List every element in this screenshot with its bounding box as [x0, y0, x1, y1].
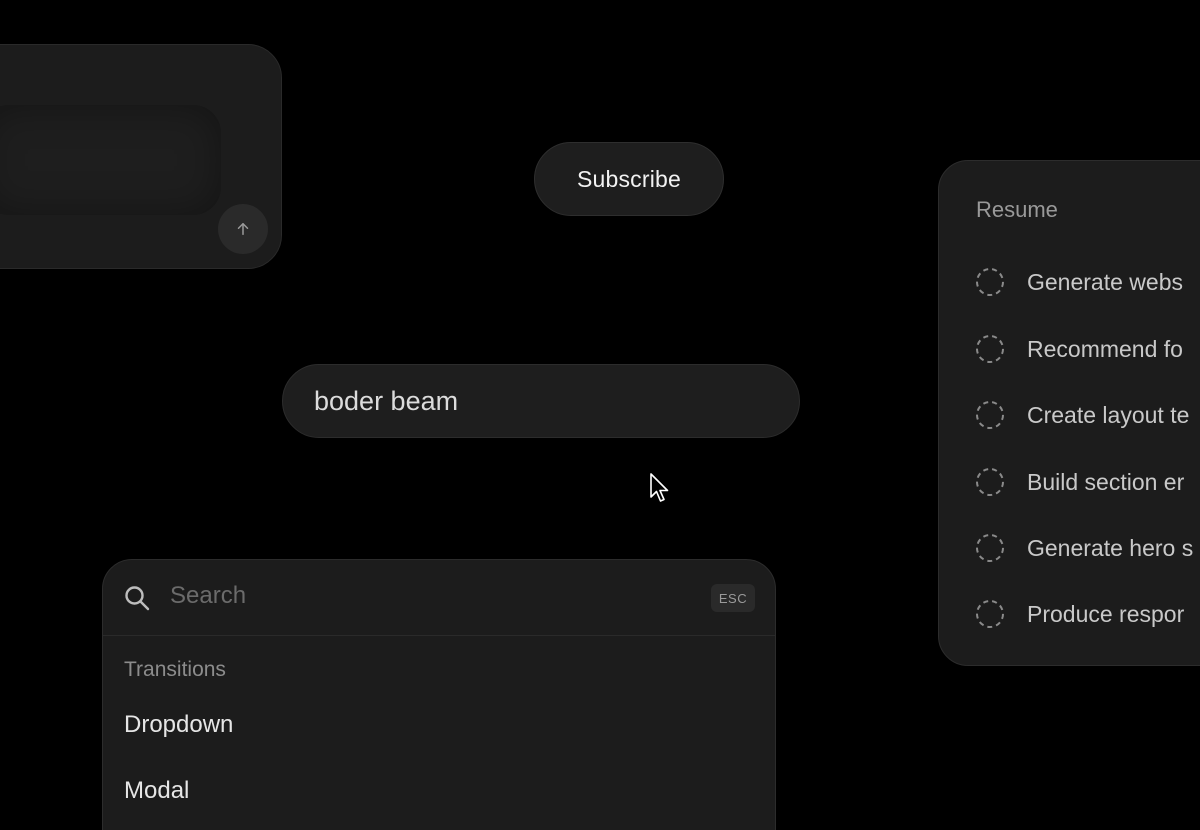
task-item[interactable]: Generate hero s [975, 531, 1193, 565]
task-item[interactable]: Build section er [975, 465, 1184, 499]
subscribe-button[interactable]: Subscribe [534, 142, 724, 216]
esc-key-badge: ESC [711, 584, 755, 612]
task-label: Produce respor [1027, 600, 1185, 627]
task-label: Generate webs [1027, 268, 1183, 295]
menu-item-modal[interactable]: Modal [124, 777, 189, 805]
task-label: Build section er [1027, 468, 1185, 495]
dashed-circle-icon [976, 401, 1004, 429]
mouse-pointer-icon [650, 473, 669, 502]
task-item[interactable]: Produce respor [975, 597, 1184, 631]
task-label: Create layout te [1027, 401, 1190, 428]
command-menu: Search ESC Transitions Dropdown Modal [102, 559, 776, 830]
task-card-title: Resume [976, 197, 1058, 222]
menu-item-dropdown[interactable]: Dropdown [124, 711, 233, 739]
prompt-card [0, 44, 282, 269]
task-item[interactable]: Create layout te [975, 398, 1189, 432]
beam-text-input[interactable]: boder beam [282, 364, 800, 438]
canvas: Subscribe boder beam Search ESC Transiti… [0, 0, 1200, 830]
dashed-circle-icon [976, 600, 1004, 628]
prompt-input-area[interactable] [0, 105, 221, 215]
task-item[interactable]: Recommend fo [975, 332, 1183, 366]
search-placeholder[interactable]: Search [170, 582, 246, 610]
dashed-circle-icon [976, 268, 1004, 296]
dashed-circle-icon [976, 534, 1004, 562]
arrow-up-icon [237, 223, 249, 235]
search-icon [125, 586, 150, 611]
command-search-bar[interactable]: Search ESC [103, 560, 775, 636]
task-label: Generate hero s [1027, 534, 1194, 561]
task-list-card: Resume Generate webs Recommend fo Create… [938, 160, 1200, 666]
beam-input-value: boder beam [314, 385, 459, 416]
send-button[interactable] [218, 204, 268, 254]
group-label-transitions: Transitions [124, 658, 226, 681]
dashed-circle-icon [976, 468, 1004, 496]
task-item[interactable]: Generate webs [975, 265, 1183, 299]
dashed-circle-icon [976, 335, 1004, 363]
task-label: Recommend fo [1027, 335, 1183, 362]
